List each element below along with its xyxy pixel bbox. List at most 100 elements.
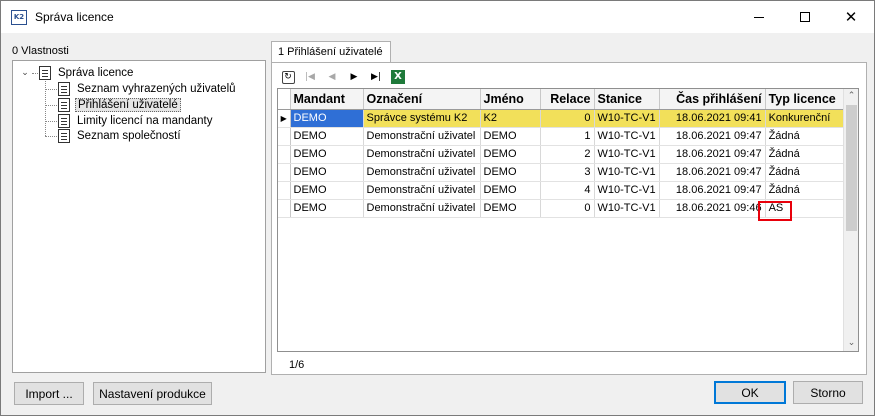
cell-relace[interactable]: 0 xyxy=(540,109,595,128)
grid-toolbar: ↻ |◀ ◀ ▶ ▶| X xyxy=(277,67,857,87)
cell-stanice[interactable]: W10-TC-V1 xyxy=(594,109,660,128)
cell-cas[interactable]: 18.06.2021 09:46 xyxy=(659,199,766,218)
refresh-button[interactable]: ↻ xyxy=(277,68,299,86)
tree-root-label: Správa licence xyxy=(58,67,134,79)
cell-mandant[interactable]: DEMO xyxy=(290,163,364,182)
cell-typ[interactable]: AS xyxy=(765,199,851,218)
scroll-down-icon[interactable]: ⌄ xyxy=(844,336,859,351)
column-header-oznaceni[interactable]: Označení xyxy=(363,89,481,110)
cell-typ[interactable]: Žádná xyxy=(765,181,851,200)
tree-item-reserved-users[interactable]: Seznam vyhrazených uživatelů xyxy=(58,81,238,97)
first-record-button[interactable]: |◀ xyxy=(299,68,321,86)
column-header-stanice[interactable]: Stanice xyxy=(594,89,660,110)
logged-users-grid: Mandant Označení Jméno Relace Stanice Ča… xyxy=(277,88,859,352)
ok-button[interactable]: OK xyxy=(714,381,786,404)
excel-export-button[interactable]: X xyxy=(387,68,409,86)
cell-relace[interactable]: 1 xyxy=(540,127,595,146)
column-header-jmeno[interactable]: Jméno xyxy=(480,89,541,110)
cell-stanice[interactable]: W10-TC-V1 xyxy=(594,145,660,164)
cancel-button[interactable]: Storno xyxy=(793,381,863,404)
table-row[interactable]: DEMO Demonstrační uživatel DEMO 1 W10-TC… xyxy=(278,127,851,146)
grid-header-row: Mandant Označení Jméno Relace Stanice Ča… xyxy=(278,89,851,110)
tree-item-label: Seznam vyhrazených uživatelů xyxy=(77,83,236,95)
table-row[interactable]: DEMO Demonstrační uživatel DEMO 0 W10-TC… xyxy=(278,199,851,218)
next-record-button[interactable]: ▶ xyxy=(343,68,365,86)
next-record-icon: ▶ xyxy=(350,72,358,82)
licence-window: K2 Správa licence ✕ 0 Vlastnosti ⌄ Správ… xyxy=(0,0,875,416)
column-header-cas[interactable]: Čas přihlášení xyxy=(659,89,766,110)
table-row[interactable]: DEMO Demonstrační uživatel DEMO 2 W10-TC… xyxy=(278,145,851,164)
table-row[interactable]: DEMO Demonstrační uživatel DEMO 3 W10-TC… xyxy=(278,163,851,182)
cell-mandant[interactable]: DEMO xyxy=(290,145,364,164)
cell-stanice[interactable]: W10-TC-V1 xyxy=(594,181,660,200)
row-indicator-header xyxy=(278,89,291,110)
import-button[interactable]: Import ... xyxy=(14,382,84,405)
cell-oznaceni[interactable]: Demonstrační uživatel xyxy=(363,181,481,200)
cell-jmeno[interactable]: DEMO xyxy=(480,127,541,146)
minimize-button[interactable] xyxy=(736,1,782,33)
cell-jmeno[interactable]: DEMO xyxy=(480,199,541,218)
column-header-mandant[interactable]: Mandant xyxy=(290,89,364,110)
last-record-button[interactable]: ▶| xyxy=(365,68,387,86)
cell-stanice[interactable]: W10-TC-V1 xyxy=(594,163,660,182)
cell-jmeno[interactable]: DEMO xyxy=(480,163,541,182)
cell-jmeno[interactable]: K2 xyxy=(480,109,541,128)
document-icon xyxy=(58,114,70,128)
cell-typ[interactable]: Žádná xyxy=(765,127,851,146)
cell-mandant[interactable]: DEMO xyxy=(290,181,364,200)
product-settings-button[interactable]: Nastavení produkce xyxy=(93,382,212,405)
tree-item-licence-limits[interactable]: Limity licencí na mandanty xyxy=(58,113,215,129)
current-row-indicator: ▶ xyxy=(278,109,291,128)
row-indicator xyxy=(278,199,291,218)
cell-stanice[interactable]: W10-TC-V1 xyxy=(594,127,660,146)
cell-relace[interactable]: 3 xyxy=(540,163,595,182)
cell-oznaceni[interactable]: Správce systému K2 xyxy=(363,109,481,128)
cell-jmeno[interactable]: DEMO xyxy=(480,181,541,200)
cell-mandant[interactable]: DEMO xyxy=(290,199,364,218)
grid-vertical-scrollbar[interactable]: ⌃ ⌄ xyxy=(843,89,858,351)
cell-jmeno[interactable]: DEMO xyxy=(480,145,541,164)
cell-cas[interactable]: 18.06.2021 09:47 xyxy=(659,127,766,146)
document-icon xyxy=(58,129,70,143)
cell-cas[interactable]: 18.06.2021 09:47 xyxy=(659,163,766,182)
cell-mandant[interactable]: DEMO xyxy=(290,127,364,146)
tab-logged-users[interactable]: 1 Přihlášení uživatelé xyxy=(271,41,391,63)
cell-oznaceni[interactable]: Demonstrační uživatel xyxy=(363,145,481,164)
cell-cas[interactable]: 18.06.2021 09:47 xyxy=(659,181,766,200)
cell-cas[interactable]: 18.06.2021 09:47 xyxy=(659,145,766,164)
table-row[interactable]: DEMO Demonstrační uživatel DEMO 4 W10-TC… xyxy=(278,181,851,200)
tree-connector xyxy=(32,73,38,74)
tree-item-logged-users[interactable]: Přihlášení uživatelé xyxy=(58,97,181,113)
close-button[interactable]: ✕ xyxy=(828,1,874,33)
cell-stanice[interactable]: W10-TC-V1 xyxy=(594,199,660,218)
refresh-icon: ↻ xyxy=(281,70,295,84)
excel-export-icon: X xyxy=(391,70,405,84)
tree-item-companies[interactable]: Seznam společností xyxy=(58,128,183,144)
cell-oznaceni[interactable]: Demonstrační uživatel xyxy=(363,163,481,182)
cell-mandant[interactable]: DEMO xyxy=(290,109,364,128)
chevron-down-icon[interactable]: ⌄ xyxy=(19,67,31,79)
tree-connector xyxy=(45,136,57,137)
properties-label: 0 Vlastnosti xyxy=(12,45,69,57)
document-icon xyxy=(39,66,51,80)
cell-cas[interactable]: 18.06.2021 09:41 xyxy=(659,109,766,128)
cell-oznaceni[interactable]: Demonstrační uživatel xyxy=(363,199,481,218)
cell-relace[interactable]: 2 xyxy=(540,145,595,164)
table-row[interactable]: ▶ DEMO Správce systému K2 K2 0 W10-TC-V1… xyxy=(278,109,851,128)
tree-root-node[interactable]: Správa licence xyxy=(39,65,135,81)
scrollbar-thumb[interactable] xyxy=(846,105,857,231)
tree-connector xyxy=(45,105,57,106)
cell-relace[interactable]: 4 xyxy=(540,181,595,200)
maximize-button[interactable] xyxy=(782,1,828,33)
scroll-up-icon[interactable]: ⌃ xyxy=(844,89,859,104)
cell-relace[interactable]: 0 xyxy=(540,199,595,218)
cell-typ[interactable]: Konkurenční xyxy=(765,109,851,128)
column-header-typ[interactable]: Typ licence xyxy=(765,89,851,110)
cell-typ[interactable]: Žádná xyxy=(765,163,851,182)
previous-record-icon: ◀ xyxy=(328,72,336,82)
previous-record-button[interactable]: ◀ xyxy=(321,68,343,86)
app-logo-icon: K2 xyxy=(11,10,27,25)
column-header-relace[interactable]: Relace xyxy=(540,89,595,110)
cell-typ[interactable]: Žádná xyxy=(765,145,851,164)
cell-oznaceni[interactable]: Demonstrační uživatel xyxy=(363,127,481,146)
